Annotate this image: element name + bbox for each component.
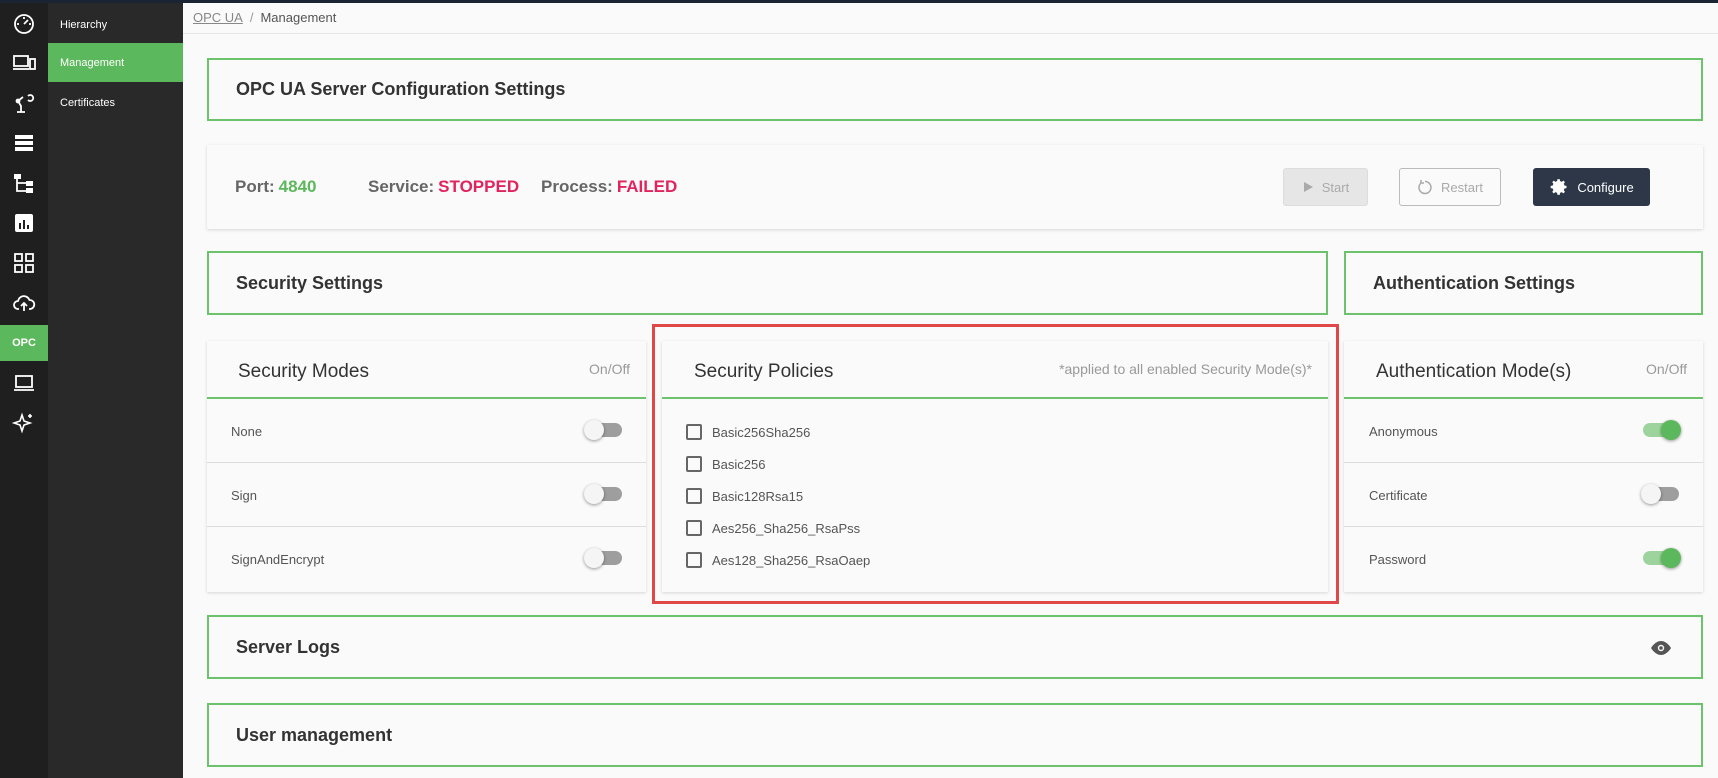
auth-settings-panel[interactable]: Authentication Settings bbox=[1344, 251, 1703, 315]
port-label: Port: bbox=[235, 177, 275, 196]
rail-dashboard[interactable] bbox=[0, 5, 48, 41]
user-management-title: User management bbox=[236, 725, 393, 745]
security-mode-none-toggle[interactable] bbox=[584, 420, 622, 440]
restart-button[interactable]: Restart bbox=[1399, 168, 1501, 206]
server-config-panel[interactable]: OPC UA Server Configuration Settings bbox=[207, 58, 1703, 121]
breadcrumb-divider bbox=[183, 33, 1718, 34]
auth-mode-certificate-toggle[interactable] bbox=[1641, 484, 1679, 504]
security-settings-panel[interactable]: Security Settings bbox=[207, 251, 1328, 315]
restart-button-label: Restart bbox=[1441, 179, 1483, 195]
server-logs-title: Server Logs bbox=[236, 637, 341, 657]
service-value: STOPPED bbox=[438, 177, 520, 196]
process-value: FAILED bbox=[616, 177, 678, 196]
rail-hierarchy[interactable] bbox=[0, 165, 48, 201]
server-logs-panel[interactable]: Server Logs bbox=[207, 615, 1703, 679]
cloud-upload-icon bbox=[13, 295, 36, 311]
rail-ai[interactable] bbox=[0, 405, 48, 441]
security-modes-hint: On/Off bbox=[589, 361, 630, 377]
auth-mode-password-toggle[interactable] bbox=[1643, 548, 1681, 568]
breadcrumb: OPC UA / Management bbox=[193, 10, 336, 25]
port-value: 4840 bbox=[278, 177, 317, 196]
security-modes-header: Security Modes On/Off bbox=[207, 341, 646, 399]
security-modes-card: Security Modes On/Off None Sign SignAndE… bbox=[207, 341, 646, 592]
grid-apps-icon bbox=[14, 253, 34, 273]
security-mode-row: Sign bbox=[207, 463, 646, 527]
toggle-knob bbox=[584, 420, 604, 440]
auth-mode-label: Anonymous bbox=[1369, 424, 1438, 439]
rail-reports[interactable] bbox=[0, 205, 48, 241]
security-mode-label: Sign bbox=[231, 488, 258, 503]
subnav-item-certificates[interactable]: Certificates bbox=[48, 83, 183, 122]
rail-cloud[interactable] bbox=[0, 285, 48, 321]
icon-rail: OPC bbox=[0, 3, 48, 778]
sub-navigation: Hierarchy Management Certificates bbox=[48, 3, 183, 778]
rail-robot[interactable] bbox=[0, 85, 48, 121]
security-mode-row: None bbox=[207, 399, 646, 463]
speedometer-icon bbox=[14, 14, 34, 34]
service-label: Service: bbox=[368, 177, 435, 196]
rail-computer[interactable] bbox=[0, 365, 48, 401]
sparkle-icon bbox=[12, 412, 33, 434]
start-button[interactable]: Start bbox=[1283, 168, 1368, 206]
tree-structure-icon bbox=[14, 174, 33, 193]
play-icon bbox=[1303, 182, 1313, 192]
user-management-panel[interactable]: User management bbox=[207, 703, 1703, 767]
auth-modes-hint: On/Off bbox=[1646, 361, 1687, 377]
eye-icon[interactable] bbox=[1649, 639, 1673, 657]
security-mode-label: SignAndEncrypt bbox=[231, 552, 325, 567]
process-label: Process: bbox=[541, 177, 613, 196]
rail-servers[interactable] bbox=[0, 125, 48, 161]
server-stack-icon bbox=[15, 135, 33, 151]
auth-modes-title: Authentication Mode(s) bbox=[1376, 361, 1572, 382]
rail-opc[interactable]: OPC bbox=[0, 325, 48, 361]
chart-report-icon bbox=[15, 214, 33, 232]
start-button-label: Start bbox=[1321, 179, 1350, 195]
auth-modes-card: Authentication Mode(s) On/Off Anonymous … bbox=[1344, 341, 1703, 592]
port-status: Port: 4840 bbox=[235, 145, 317, 229]
breadcrumb-current: Management bbox=[260, 10, 337, 25]
security-modes-title: Security Modes bbox=[238, 361, 369, 382]
security-mode-signandencrypt-toggle[interactable] bbox=[584, 548, 622, 568]
service-status: Service: STOPPED bbox=[368, 145, 519, 229]
server-config-title: OPC UA Server Configuration Settings bbox=[236, 79, 566, 99]
process-status: Process: FAILED bbox=[541, 145, 677, 229]
breadcrumb-root-link[interactable]: OPC UA bbox=[193, 10, 243, 25]
highlight-frame bbox=[652, 324, 1339, 604]
subnav-item-management[interactable]: Management bbox=[48, 43, 183, 82]
gear-icon bbox=[1550, 179, 1567, 195]
security-mode-label: None bbox=[231, 424, 263, 439]
breadcrumb-separator: / bbox=[249, 10, 254, 25]
server-status-card: Port: 4840 Service: STOPPED Process: FAI… bbox=[207, 145, 1703, 229]
auth-mode-row: Anonymous bbox=[1344, 399, 1703, 463]
restart-icon bbox=[1418, 180, 1432, 195]
auth-mode-label: Password bbox=[1369, 552, 1427, 567]
toggle-knob bbox=[1661, 420, 1681, 440]
security-settings-title: Security Settings bbox=[236, 273, 384, 293]
main-content: OPC UA / Management OPC UA Server Configur… bbox=[183, 3, 1718, 778]
rail-apps[interactable] bbox=[0, 245, 48, 281]
laptop-icon bbox=[14, 375, 34, 391]
security-mode-row: SignAndEncrypt bbox=[207, 527, 646, 591]
toggle-knob bbox=[584, 548, 604, 568]
auth-mode-anonymous-toggle[interactable] bbox=[1643, 420, 1681, 440]
auth-mode-row: Password bbox=[1344, 527, 1703, 591]
subnav-item-hierarchy[interactable]: Hierarchy bbox=[48, 5, 183, 44]
toggle-knob bbox=[1641, 484, 1661, 504]
toggle-knob bbox=[1661, 548, 1681, 568]
toggle-knob bbox=[584, 484, 604, 504]
devices-icon bbox=[13, 55, 36, 70]
security-mode-sign-toggle[interactable] bbox=[584, 484, 622, 504]
auth-settings-title: Authentication Settings bbox=[1373, 273, 1575, 293]
auth-modes-header: Authentication Mode(s) On/Off bbox=[1344, 341, 1703, 399]
auth-mode-row: Certificate bbox=[1344, 463, 1703, 527]
rail-devices[interactable] bbox=[0, 45, 48, 81]
robot-arm-icon bbox=[15, 94, 35, 113]
auth-mode-label: Certificate bbox=[1369, 488, 1428, 503]
configure-button[interactable]: Configure bbox=[1533, 168, 1650, 206]
configure-button-label: Configure bbox=[1577, 179, 1634, 195]
opc-label: OPC bbox=[12, 337, 36, 349]
